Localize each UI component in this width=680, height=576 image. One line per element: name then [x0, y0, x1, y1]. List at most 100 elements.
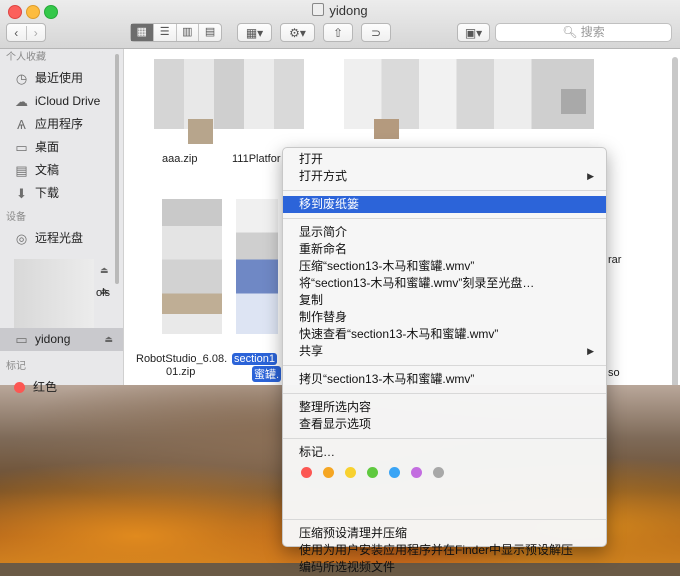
- file-name[interactable]: 01.zip: [166, 366, 195, 378]
- menu-separator: [283, 519, 606, 520]
- extension-button[interactable]: ▣▾: [457, 23, 490, 42]
- submenu-arrow-icon: ▶: [587, 171, 594, 181]
- eject-icon[interactable]: ⏏: [104, 328, 113, 351]
- tag-red-icon[interactable]: [301, 466, 312, 478]
- context-menu: 打开 打开方式 ▶ 移到废纸篓 显示简介 重新命名 压缩“section13-木马…: [282, 147, 607, 574]
- tag-green-icon[interactable]: [367, 466, 378, 478]
- tag-gray-icon[interactable]: [433, 466, 444, 478]
- tag-color-picker: [283, 461, 606, 483]
- search-icon: 🔍︎: [562, 25, 578, 39]
- sidebar-item-desktop[interactable]: ▭ 桌面: [0, 136, 123, 159]
- tag-icon: ⊃: [370, 25, 382, 40]
- tag-blue-icon[interactable]: [389, 466, 400, 478]
- document-icon: ▤: [15, 163, 28, 178]
- selected-file-name[interactable]: section1: [232, 353, 277, 365]
- sidebar-item-downloads[interactable]: ⬇ 下载: [0, 182, 123, 205]
- window-toolbar: yidong ‹ › ▦ ☰ ▥ ▤ ▦▾ ⚙▾ ⇧ ⊃ ▣▾ 🔍︎ 搜索: [0, 0, 680, 49]
- eject-icon[interactable]: ⏏: [100, 265, 109, 276]
- tag-purple-icon[interactable]: [411, 466, 422, 478]
- menu-item-open[interactable]: 打开: [283, 151, 606, 168]
- disc-icon: ◎: [15, 231, 28, 246]
- sidebar-section-devices: 设备: [6, 212, 26, 223]
- chevron-left-icon[interactable]: ‹: [7, 25, 27, 40]
- blurred-device-items: [14, 259, 94, 331]
- submenu-arrow-icon: ▶: [587, 346, 594, 356]
- drive-icon: [312, 3, 325, 16]
- menu-item-get-info[interactable]: 显示简介: [283, 224, 606, 241]
- icon-view-icon[interactable]: ▦: [131, 24, 154, 41]
- edit-tags-button[interactable]: ⊃: [361, 23, 391, 42]
- menu-item-duplicate[interactable]: 复制: [283, 292, 606, 309]
- content-scrollbar[interactable]: [672, 57, 678, 385]
- file-name[interactable]: 111Platfor: [232, 153, 281, 165]
- tag-yellow-icon[interactable]: [345, 466, 356, 478]
- file-thumbnail[interactable]: [162, 199, 222, 334]
- sidebar-item-tag-red[interactable]: 红色: [0, 376, 57, 399]
- menu-item-encode-video[interactable]: 编码所选视频文件: [283, 559, 606, 576]
- menu-item-move-to-trash[interactable]: 移到废纸篓: [283, 196, 606, 213]
- menu-separator: [283, 365, 606, 366]
- menu-item-rename[interactable]: 重新命名: [283, 241, 606, 258]
- share-button[interactable]: ⇧: [323, 23, 353, 42]
- menu-separator: [283, 438, 606, 439]
- file-thumbnail[interactable]: [374, 119, 399, 139]
- selected-file-name[interactable]: 蜜罐.: [252, 366, 282, 382]
- view-mode-segmented-control: ▦ ☰ ▥ ▤: [130, 23, 222, 42]
- menu-spacer: [283, 483, 606, 514]
- sidebar-item-label: ols: [96, 287, 111, 299]
- sidebar-item-icloud[interactable]: ☁ iCloud Drive: [0, 90, 123, 113]
- sidebar-scrollbar[interactable]: [115, 54, 119, 284]
- sidebar-item-yidong[interactable]: ▭ yidong ⏏: [0, 328, 123, 351]
- cloud-icon: ☁: [15, 94, 28, 109]
- arrange-button[interactable]: ▦▾: [237, 23, 272, 42]
- grid-icon: ▦▾: [245, 25, 264, 40]
- desktop-icon: ▭: [15, 140, 28, 155]
- menu-item-copy[interactable]: 拷贝“section13-木马和蜜罐.wmv”: [283, 371, 606, 388]
- sidebar: 个人收藏 ◷ 最近使用 ☁ iCloud Drive Ѧ 应用程序 ▭ 桌面 ▤ 文稿 ⬇…: [0, 49, 124, 394]
- apps-icon: Ѧ: [17, 117, 26, 132]
- file-name[interactable]: rar: [608, 254, 621, 266]
- file-thumbnail[interactable]: [236, 199, 278, 334]
- share-icon: ⇧: [332, 25, 344, 40]
- coverflow-view-icon[interactable]: ▤: [199, 24, 221, 41]
- menu-item-extract-preset[interactable]: 使用为用户安装应用程序并在Finder中显示预设解压: [283, 542, 606, 559]
- file-name[interactable]: RobotStudio_6.08.: [136, 353, 227, 365]
- menu-item-clean-up-selection[interactable]: 整理所选内容: [283, 399, 606, 416]
- window-title: yidong: [0, 3, 680, 18]
- menu-separator: [283, 190, 606, 191]
- sidebar-item-applications[interactable]: Ѧ 应用程序: [0, 113, 123, 136]
- menu-separator: [283, 218, 606, 219]
- menu-item-compress-preset[interactable]: 压缩预设清理并压缩: [283, 525, 606, 542]
- download-icon: ⬇: [16, 186, 27, 201]
- action-button[interactable]: ⚙▾: [280, 23, 315, 42]
- sidebar-section-favorites: 个人收藏: [6, 52, 46, 63]
- sidebar-item-documents[interactable]: ▤ 文稿: [0, 159, 123, 182]
- menu-item-open-with[interactable]: 打开方式 ▶: [283, 168, 606, 185]
- extension-icon: ▣▾: [464, 25, 483, 40]
- menu-item-make-alias[interactable]: 制作替身: [283, 309, 606, 326]
- sidebar-section-tags: 标记: [6, 361, 26, 372]
- menu-item-share[interactable]: 共享 ▶: [283, 343, 606, 360]
- drive-icon: ▭: [15, 332, 28, 347]
- menu-item-tags[interactable]: 标记…: [283, 444, 606, 461]
- file-thumbnail[interactable]: [154, 59, 304, 129]
- file-thumbnail[interactable]: [561, 89, 586, 114]
- column-view-icon[interactable]: ▥: [177, 24, 200, 41]
- sidebar-item-recents[interactable]: ◷ 最近使用: [0, 67, 123, 90]
- file-name[interactable]: aaa.zip: [162, 153, 197, 165]
- menu-item-show-view-options[interactable]: 查看显示选项: [283, 416, 606, 433]
- chevron-right-icon[interactable]: ›: [27, 26, 46, 40]
- menu-separator: [283, 393, 606, 394]
- search-field[interactable]: 🔍︎ 搜索: [495, 23, 672, 42]
- menu-item-burn-to-disc[interactable]: 将“section13-木马和蜜罐.wmv”刻录至光盘…: [283, 275, 606, 292]
- file-thumbnail[interactable]: [188, 119, 213, 144]
- tag-orange-icon[interactable]: [323, 466, 334, 478]
- sidebar-item-remote-disc[interactable]: ◎ 远程光盘: [0, 227, 123, 250]
- gear-icon: ⚙▾: [289, 25, 306, 40]
- clock-icon: ◷: [15, 71, 28, 86]
- menu-item-compress[interactable]: 压缩“section13-木马和蜜罐.wmv”: [283, 258, 606, 275]
- red-tag-icon: [14, 382, 25, 393]
- file-name[interactable]: so: [608, 367, 620, 379]
- list-view-icon[interactable]: ☰: [154, 24, 177, 41]
- menu-item-quick-look[interactable]: 快速查看“section13-木马和蜜罐.wmv”: [283, 326, 606, 343]
